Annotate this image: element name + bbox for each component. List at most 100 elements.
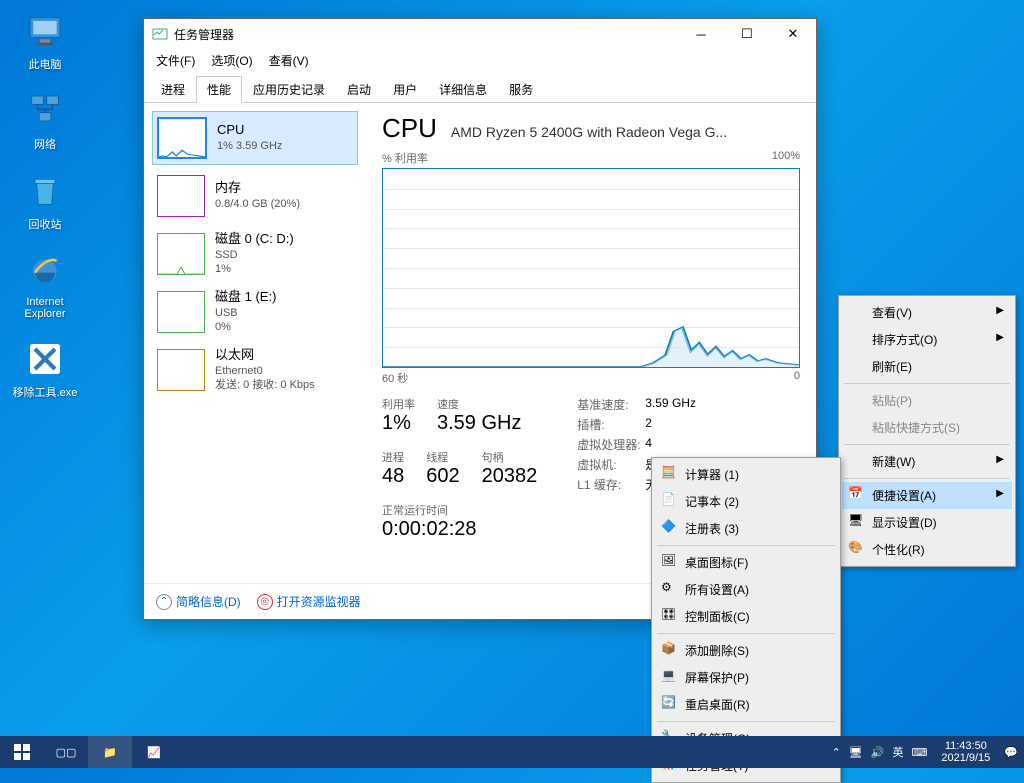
- taskbar: ▢▢ 📁 📈 ⌃ 🖥 🔊 英 ⌨ 11:43:502021/9/15 💬: [0, 736, 1024, 768]
- desktop-icon-remove[interactable]: 移除工具.exe: [10, 338, 80, 400]
- menu-file[interactable]: 文件(F): [150, 50, 201, 71]
- ctx-refresh[interactable]: 刷新(E): [842, 353, 1012, 380]
- menu-view[interactable]: 查看(V): [263, 50, 315, 71]
- ctx-sort[interactable]: 排序方式(O)▶: [842, 326, 1012, 353]
- deskicon-icon: 🖼: [661, 553, 677, 569]
- calendar-icon: 📅: [848, 486, 864, 502]
- quick-settings-submenu: 🧮计算器 (1) 📄记事本 (2) 🔷注册表 (3) 🖼桌面图标(F) ⚙所有设…: [651, 457, 841, 783]
- screensaver-icon: 💻: [661, 668, 677, 684]
- ctx-paste: 粘贴(P): [842, 387, 1012, 414]
- desktop-icon-ie[interactable]: Internet Explorer: [10, 250, 80, 320]
- sub-desktop-icons[interactable]: 🖼桌面图标(F): [655, 549, 837, 576]
- desktop-context-menu: 查看(V)▶ 排序方式(O)▶ 刷新(E) 粘贴(P) 粘贴快捷方式(S) 新建…: [838, 295, 1016, 567]
- ie-icon: [24, 250, 66, 292]
- sub-calculator[interactable]: 🧮计算器 (1): [655, 461, 837, 488]
- sub-regedit[interactable]: 🔷注册表 (3): [655, 515, 837, 542]
- desktop-icon-label: Internet Explorer: [10, 296, 80, 320]
- sub-restart-desktop[interactable]: 🔄重启桌面(R): [655, 691, 837, 718]
- ctx-quick-settings[interactable]: 📅便捷设置(A)▶: [842, 482, 1012, 509]
- titlebar[interactable]: 任务管理器 ─ ☐ ✕: [144, 19, 816, 49]
- menu-options[interactable]: 选项(O): [205, 50, 258, 71]
- tab-processes[interactable]: 进程: [150, 76, 196, 103]
- taskview-button[interactable]: ▢▢: [44, 736, 88, 768]
- disk0-thumb: [157, 233, 205, 275]
- open-resource-monitor-link[interactable]: ◎打开资源监视器: [257, 593, 361, 610]
- memory-thumb: [157, 175, 205, 217]
- window-title: 任务管理器: [174, 26, 678, 43]
- tray-chevron-icon[interactable]: ⌃: [832, 746, 841, 759]
- desktop-icon-pc[interactable]: 此电脑: [10, 10, 80, 72]
- sub-all-settings[interactable]: ⚙所有设置(A): [655, 576, 837, 603]
- sidebar-item-cpu[interactable]: CPU1% 3.59 GHz: [152, 111, 358, 165]
- cpu-utilization: 1%: [382, 412, 415, 435]
- separator: [657, 545, 835, 546]
- tab-performance[interactable]: 性能: [196, 76, 242, 103]
- sub-screensaver[interactable]: 💻屏幕保护(P): [655, 664, 837, 691]
- ctx-view[interactable]: 查看(V)▶: [842, 299, 1012, 326]
- minimize-button[interactable]: ─: [678, 19, 724, 49]
- ctx-personalize[interactable]: 🎨个性化(R): [842, 536, 1012, 563]
- separator: [657, 633, 835, 634]
- remove-tool-icon: [24, 338, 66, 380]
- desktop-icon-label: 移除工具.exe: [10, 384, 80, 400]
- taskmgr-taskbar-button[interactable]: 📈: [132, 736, 176, 768]
- chevron-up-icon: ⌃: [156, 594, 172, 610]
- cpu-threads: 602: [426, 465, 459, 488]
- desktop-icons: 此电脑 网络 回收站 Internet Explorer 移除工具.exe: [10, 10, 80, 400]
- start-button[interactable]: [0, 736, 44, 768]
- separator: [657, 721, 835, 722]
- sub-control-panel[interactable]: 🎛控制面板(C): [655, 603, 837, 630]
- ctx-new[interactable]: 新建(W)▶: [842, 448, 1012, 475]
- cpu-handles: 20382: [482, 465, 538, 488]
- desktop-icon-network[interactable]: 网络: [10, 90, 80, 152]
- disk1-thumb: [157, 291, 205, 333]
- tray-notifications-icon[interactable]: 💬: [1004, 746, 1018, 759]
- ctx-display-settings[interactable]: 🖥显示设置(D): [842, 509, 1012, 536]
- sidebar-item-ethernet[interactable]: 以太网Ethernet0发送: 0 接收: 0 Kbps: [152, 343, 358, 397]
- file-explorer-button[interactable]: 📁: [88, 736, 132, 768]
- sub-notepad[interactable]: 📄记事本 (2): [655, 488, 837, 515]
- tray-ime[interactable]: 英: [892, 744, 903, 760]
- desktop-icon-recycle[interactable]: 回收站: [10, 170, 80, 232]
- system-tray: ⌃ 🖥 🔊 英 ⌨ 11:43:502021/9/15 💬: [832, 740, 1024, 764]
- desktop-icon-label: 回收站: [10, 216, 80, 232]
- tab-services[interactable]: 服务: [498, 76, 544, 103]
- cpu-speed: 3.59 GHz: [437, 412, 521, 435]
- tab-details[interactable]: 详细信息: [428, 76, 498, 103]
- sidebar-item-disk0[interactable]: 磁盘 0 (C: D:)SSD1%: [152, 227, 358, 281]
- tab-apphistory[interactable]: 应用历史记录: [242, 76, 336, 103]
- ctx-paste-shortcut: 粘贴快捷方式(S): [842, 414, 1012, 441]
- maximize-button[interactable]: ☐: [724, 19, 770, 49]
- network-icon: [24, 90, 66, 132]
- cpu-processes: 48: [382, 465, 404, 488]
- separator: [844, 444, 1010, 445]
- display-icon: 🖥: [848, 513, 864, 529]
- separator: [844, 383, 1010, 384]
- cpu-chart: [382, 168, 800, 368]
- cpu-thumb: [157, 117, 207, 159]
- sidebar-item-memory[interactable]: 内存0.8/4.0 GB (20%): [152, 169, 358, 223]
- regedit-icon: 🔷: [661, 519, 677, 535]
- ethernet-thumb: [157, 349, 205, 391]
- close-button[interactable]: ✕: [770, 19, 816, 49]
- desktop-icon-label: 此电脑: [10, 56, 80, 72]
- taskmgr-icon: [152, 26, 168, 42]
- tray-volume-icon[interactable]: 🔊: [871, 746, 885, 759]
- brief-info-link[interactable]: ⌃简略信息(D): [156, 593, 241, 610]
- cpu-uptime: 0:00:02:28: [382, 518, 537, 541]
- sub-add-remove[interactable]: 📦添加删除(S): [655, 637, 837, 664]
- tab-users[interactable]: 用户: [382, 76, 428, 103]
- desktop-icon-label: 网络: [10, 136, 80, 152]
- cpanel-icon: 🎛: [661, 607, 677, 623]
- cpu-model: AMD Ryzen 5 2400G with Radeon Vega G...: [451, 124, 727, 140]
- stop-icon: ◎: [257, 594, 273, 610]
- pc-icon: [24, 10, 66, 52]
- tray-clock[interactable]: 11:43:502021/9/15: [935, 740, 996, 764]
- sidebar-item-disk1[interactable]: 磁盘 1 (E:)USB0%: [152, 285, 358, 339]
- calculator-icon: 🧮: [661, 465, 677, 481]
- recycle-icon: [24, 170, 66, 212]
- restart-icon: 🔄: [661, 695, 677, 711]
- tab-startup[interactable]: 启动: [336, 76, 382, 103]
- tray-network-icon[interactable]: 🖥: [849, 746, 863, 759]
- tray-keyboard-icon[interactable]: ⌨: [911, 746, 927, 759]
